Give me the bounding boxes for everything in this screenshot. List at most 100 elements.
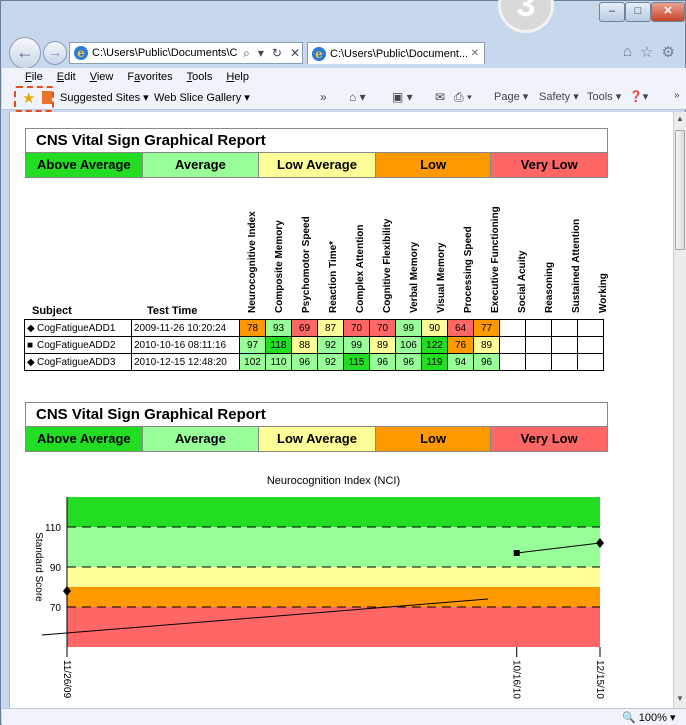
x-tick-label: 11/26/09 (61, 660, 72, 699)
score-cell: 99 (343, 336, 370, 354)
series-marker-icon: ◆ (27, 356, 35, 368)
page-menu[interactable]: Page ▾ (494, 90, 528, 103)
column-header: Verbal Memory (409, 241, 420, 313)
score-cell: 110 (265, 353, 292, 371)
home-command-icon[interactable]: ⌂ ▾ (349, 90, 366, 104)
safety-menu[interactable]: Safety ▾ (539, 90, 579, 103)
column-header: Neurocognitive Index (247, 211, 258, 313)
menu-tools[interactable]: Tools (180, 71, 220, 83)
favorites-star-icon[interactable]: ★ (22, 89, 35, 107)
menu-edit[interactable]: Edit (50, 71, 83, 83)
menu-favorites[interactable]: Favorites (120, 71, 179, 83)
dropdown-arrow-icon[interactable]: ▾ (256, 46, 266, 60)
score-cell: 96 (395, 353, 422, 371)
score-cell: 70 (343, 319, 370, 337)
minimize-button[interactable]: – (599, 2, 625, 22)
print-icon[interactable]: ⎙ ▾ (454, 90, 472, 105)
close-window-button[interactable]: ✕ (651, 2, 685, 22)
series-marker-icon: ◆ (27, 322, 35, 334)
column-header: Psychomotor Speed (301, 216, 312, 313)
score-cell: 88 (291, 336, 318, 354)
score-band (67, 527, 600, 567)
subject-header: Subject (32, 305, 72, 317)
score-cell: 78 (239, 319, 266, 337)
favorites-bar: ★ Suggested Sites ▾ Web Slice Gallery ▾ … (2, 86, 686, 112)
x-tick-label: 12/15/10 (594, 660, 605, 699)
score-cell (525, 353, 552, 371)
zoom-level[interactable]: 🔍 100% ▾ (622, 711, 675, 724)
score-cell: 115 (343, 353, 370, 371)
test-time-cell: 2010-12-15 12:48:20 (131, 353, 240, 371)
read-mail-icon[interactable]: ✉ (435, 90, 445, 104)
address-bar[interactable]: e C:\Users\Public\Documents\C ⌕ ▾ ↻ ✕ (69, 42, 303, 64)
tab-page-icon: e (312, 46, 326, 61)
back-button[interactable]: ← (9, 37, 41, 69)
tab-close-icon[interactable]: ✕ (471, 48, 484, 59)
score-cell: 96 (369, 353, 396, 371)
maximize-button[interactable]: □ (625, 2, 651, 22)
scroll-up-icon[interactable]: ▲ (676, 114, 684, 123)
search-icon[interactable]: ⌕ (241, 46, 252, 61)
feeds-icon[interactable]: ▣ ▾ (392, 90, 413, 104)
gear-icon[interactable]: ⚙ (662, 43, 675, 61)
menu-view[interactable]: View (83, 71, 121, 83)
score-cell: 106 (395, 336, 422, 354)
score-cell (525, 336, 552, 354)
refresh-icon[interactable]: ↻ (270, 46, 284, 60)
subject-name: CogFatigueADD2 (37, 339, 116, 351)
score-cell (577, 319, 604, 337)
top-toolbar: ⌂ ☆ ⚙ (623, 43, 675, 61)
score-cell (551, 319, 578, 337)
tab-current[interactable]: e C:\Users\Public\Document... ✕ (307, 42, 485, 64)
favorites-star-icon[interactable]: ☆ (640, 43, 653, 61)
menu-file[interactable]: File (18, 71, 50, 83)
test-time-header: Test Time (147, 305, 198, 317)
menu-bar: File Edit View Favorites Tools Help (2, 68, 686, 86)
tab-title: C:\Users\Public\Document... (330, 47, 467, 60)
score-band (67, 497, 600, 527)
help-icon[interactable]: ❓▾ (629, 90, 648, 103)
score-table: ◆ CogFatigueADD1 2009-11-26 10:20:24 78 93 69… (24, 319, 604, 371)
score-cell: 77 (473, 319, 500, 337)
scroll-thumb[interactable] (675, 130, 685, 250)
score-cell (577, 353, 604, 371)
column-header: Social Acuity (517, 250, 528, 313)
legend: Above Average Average Low Average Low Ve… (26, 153, 607, 177)
subject-name: CogFatigueADD1 (37, 322, 116, 334)
score-cell: 87 (317, 319, 344, 337)
forward-arrow-icon: → (48, 44, 62, 60)
address-input[interactable]: C:\Users\Public\Documents\C (92, 47, 237, 59)
subject-cell: ◆ CogFatigueADD3 (24, 353, 132, 371)
score-cell: 102 (239, 353, 266, 371)
suggested-sites-link[interactable]: Suggested Sites ▾ (60, 91, 149, 104)
nci-chart: 70 90 110 Neurocognition Index (NCI) Standar… (33, 475, 605, 699)
score-cell (525, 319, 552, 337)
zoom-value: 100% (638, 712, 667, 724)
subject-cell: ◆ CogFatigueADD1 (24, 319, 132, 337)
score-cell (551, 336, 578, 354)
more-favorites-chevron-icon[interactable]: » (320, 90, 327, 104)
forward-button[interactable]: → (43, 41, 67, 65)
y-tick-label: 90 (50, 563, 62, 574)
chart-title: Neurocognition Index (NCI) (267, 475, 400, 487)
score-cell: 76 (447, 336, 474, 354)
score-cell: 122 (421, 336, 448, 354)
menu-help[interactable]: Help (219, 71, 256, 83)
more-commands-chevron-icon[interactable]: » (674, 90, 680, 101)
column-header: Executive Functioning (490, 206, 501, 313)
stop-icon[interactable]: ✕ (288, 46, 302, 60)
column-header: Cognitive Flexibility (382, 218, 393, 313)
vertical-scrollbar[interactable]: ▲ ▼ (673, 112, 686, 708)
score-cell: 69 (291, 319, 318, 337)
x-tick-label: 10/16/10 (511, 660, 522, 699)
web-slice-gallery-link[interactable]: Web Slice Gallery ▾ (154, 91, 250, 104)
score-cell (499, 353, 526, 371)
score-cell: 96 (473, 353, 500, 371)
scroll-down-icon[interactable]: ▼ (676, 694, 684, 703)
add-to-favorites-bar-icon[interactable] (42, 91, 52, 104)
status-bar: 🔍 100% ▾ (2, 708, 686, 725)
score-cell: 92 (317, 336, 344, 354)
score-cell: 92 (317, 353, 344, 371)
home-icon[interactable]: ⌂ (623, 43, 632, 61)
tools-menu[interactable]: Tools ▾ (587, 90, 621, 103)
